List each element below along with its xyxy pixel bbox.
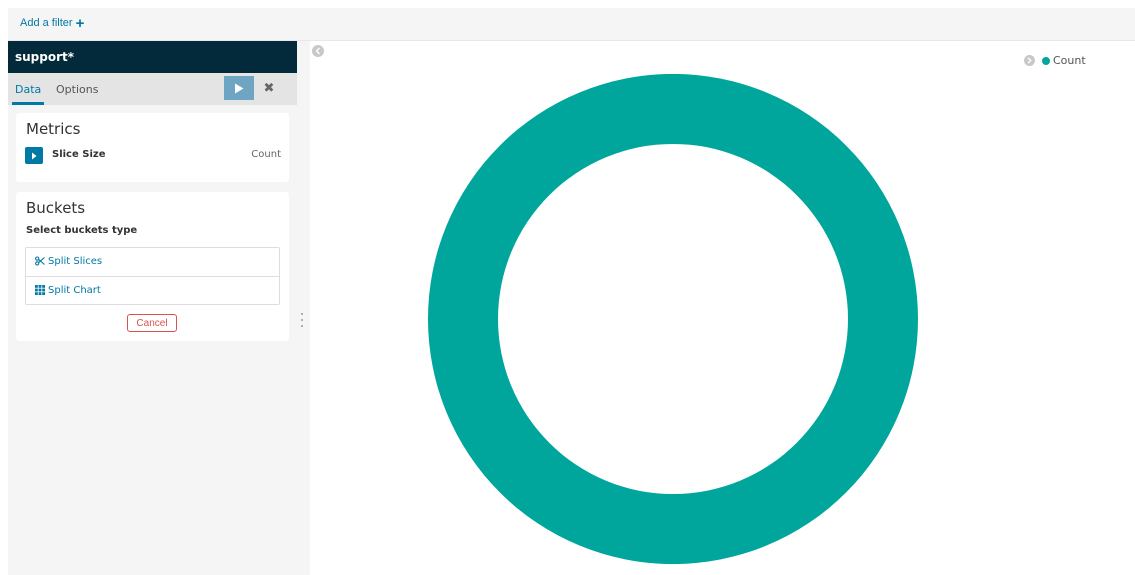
chevron-left-icon [315, 47, 320, 55]
split-chart-option[interactable]: Split Chart [26, 276, 279, 304]
play-icon [235, 83, 244, 93]
chevron-right-icon [1027, 57, 1032, 64]
tab-data[interactable]: Data [12, 83, 45, 105]
cancel-button[interactable]: Cancel [127, 314, 177, 332]
legend-toggle-icon[interactable] [1024, 55, 1035, 66]
add-filter-label: Add a filter [20, 17, 73, 29]
buckets-title: Buckets [26, 199, 86, 217]
close-icon: ✖ [263, 80, 275, 96]
plus-icon: + [75, 14, 85, 32]
caret-right-icon [32, 152, 37, 159]
legend-item-count[interactable]: Count [1053, 54, 1086, 67]
sidebar-resize-handle[interactable] [300, 313, 304, 327]
chart-legend: Count [1024, 54, 1086, 67]
resize-dot [301, 313, 303, 315]
apply-changes-button[interactable] [224, 76, 254, 100]
tab-options[interactable]: Options [56, 83, 98, 96]
bucket-type-list: Split Slices Split Chart [25, 247, 280, 305]
split-chart-label: Split Chart [48, 285, 101, 296]
grid-icon [35, 285, 45, 295]
donut-chart [428, 74, 918, 564]
sidebar-tabs: Data Options ✖ [8, 73, 297, 105]
resize-dot [301, 319, 303, 321]
metric-title: Slice Size [52, 149, 106, 160]
collapse-sidebar-icon[interactable] [312, 45, 324, 57]
scissors-icon [35, 256, 45, 266]
metrics-title: Metrics [26, 120, 81, 138]
editor-sidebar: support* Data Options ✖ Metrics Slice Si… [8, 41, 310, 575]
filter-bar: Add a filter + [8, 8, 1135, 41]
split-slices-label: Split Slices [48, 256, 103, 267]
select-buckets-type-label: Select buckets type [26, 225, 138, 236]
split-slices-option[interactable]: Split Slices [26, 248, 279, 276]
legend-color-dot [1042, 56, 1050, 65]
metric-description: Count [251, 149, 281, 160]
metrics-panel: Metrics Slice Size Count [16, 113, 289, 182]
index-pattern-title: support* [8, 41, 297, 73]
discard-changes-button[interactable]: ✖ [254, 76, 284, 100]
resize-dot [301, 325, 303, 327]
expand-metric-button[interactable] [25, 147, 43, 164]
metric-slice-size[interactable]: Slice Size Count [25, 147, 281, 165]
pie-slice-count[interactable] [428, 74, 918, 564]
add-filter-button[interactable]: Add a filter + [20, 14, 85, 32]
buckets-panel: Buckets Select buckets type Split Slices… [16, 192, 289, 341]
